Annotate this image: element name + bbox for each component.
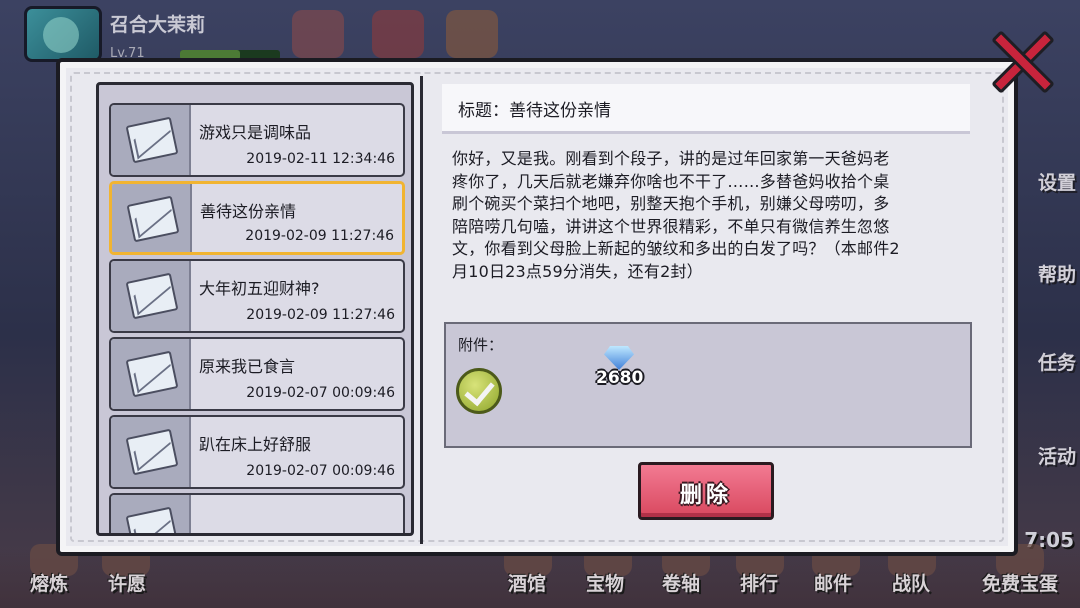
mail-item-title: 趴在床上好舒服 — [199, 435, 312, 454]
mail-icon-box — [112, 184, 192, 252]
mail-icon-box — [111, 417, 191, 487]
player-name: 召合大茉莉 — [110, 14, 206, 36]
nav-team[interactable]: 战队 — [892, 569, 930, 596]
side-menu-help[interactable]: 帮助 — [1038, 260, 1076, 287]
envelope-icon — [125, 350, 179, 398]
mail-item-title: 善待这份亲情 — [200, 202, 297, 221]
mail-item-partial[interactable] — [109, 493, 405, 533]
mail-body-line: 文，你看到父母脸上新起的皱纹和多出的白发了吗？（本邮件2 — [452, 239, 900, 259]
side-menu-events[interactable]: 活动 — [1038, 442, 1076, 469]
mail-item-title: 大年初五迎财神? — [199, 279, 320, 298]
mail-icon-box — [111, 105, 191, 175]
mail-item[interactable]: 游戏只是调味品 2019-02-11 12:34:46 — [109, 103, 405, 177]
mail-item-date: 2019-02-11 12:34:46 — [246, 151, 395, 167]
mail-item-date: 2019-02-09 11:27:46 — [246, 307, 395, 323]
close-icon[interactable] — [990, 30, 1055, 94]
side-menu: 设置 帮助 任务 活动 — [1020, 120, 1080, 540]
dialog-divider — [420, 76, 423, 544]
bottom-nav: 熔炼 许愿 酒馆 宝物 卷轴 排行 邮件 战队 免费宝蛋 — [0, 544, 1080, 608]
attachment-label: 附件： — [458, 336, 504, 354]
player-avatar[interactable] — [24, 6, 102, 62]
mail-item-date: 2019-02-09 11:27:46 — [245, 228, 394, 244]
red-envelope-icon[interactable] — [372, 10, 424, 58]
mail-item-title: 游戏只是调味品 — [199, 123, 312, 142]
diamond-count: 2680 — [596, 368, 644, 388]
mail-icon-box — [111, 495, 191, 533]
side-menu-settings[interactable]: 设置 — [1038, 168, 1076, 195]
nav-scroll[interactable]: 卷轴 — [662, 569, 700, 596]
mail-body-line: 月10日23点59分消失，还有2封） — [452, 261, 703, 281]
nav-ranking[interactable]: 排行 — [740, 569, 778, 596]
mail-dialog: 游戏只是调味品 2019-02-11 12:34:46 善待这份亲情 2019-… — [56, 58, 1018, 556]
delete-button[interactable]: 删除 — [638, 462, 774, 520]
mail-item-title: 原来我已食言 — [199, 357, 296, 376]
mail-item[interactable]: 原来我已食言 2019-02-07 00:09:46 — [109, 337, 405, 411]
claimed-check-icon — [456, 368, 502, 414]
nav-wish[interactable]: 许愿 — [108, 569, 146, 596]
mail-body: 你好，又是我。刚看到个段子，讲的是过年回家第一天爸妈老 疼你了，几天后就老嫌弃你… — [452, 148, 962, 284]
envelope-icon — [125, 116, 179, 164]
mail-item[interactable]: 趴在床上好舒服 2019-02-07 00:09:46 — [109, 415, 405, 489]
envelope-icon — [125, 272, 179, 320]
attachment-panel: 附件： 2680 — [444, 322, 972, 448]
mail-body-line: 疼你了，几天后就老嫌弃你啥也不干了……多替爸妈收拾个桌 — [452, 171, 890, 191]
envelope-icon — [125, 428, 179, 476]
mail-body-line: 陪陪唠几句嗑，讲讲这个世界很精彩，不单只有微信养生忽悠 — [452, 216, 890, 236]
mail-body-line: 刷个碗买个菜扫个地吧，别整天抱个手机，别嫌父母唠叨，多 — [452, 194, 890, 214]
event-icon[interactable] — [292, 10, 344, 58]
mail-icon-box — [111, 261, 191, 331]
nav-free-egg[interactable]: 免费宝蛋 — [982, 569, 1058, 596]
mail-item-date: 2019-02-07 00:09:46 — [246, 385, 395, 401]
side-menu-quests[interactable]: 任务 — [1038, 348, 1076, 375]
mail-item-date: 2019-02-07 00:09:46 — [246, 463, 395, 479]
mail-item[interactable]: 大年初五迎财神? 2019-02-09 11:27:46 — [109, 259, 405, 333]
nav-mail[interactable]: 邮件 — [814, 569, 852, 596]
nav-smelt[interactable]: 熔炼 — [30, 569, 68, 596]
mail-body-line: 你好，又是我。刚看到个段子，讲的是过年回家第一天爸妈老 — [452, 149, 890, 168]
mail-item-selected[interactable]: 善待这份亲情 2019-02-09 11:27:46 — [109, 181, 405, 255]
envelope-icon — [125, 506, 179, 533]
mail-subject: 标题：善待这份亲情 — [458, 101, 611, 121]
gift-icon[interactable] — [446, 10, 498, 58]
mail-list[interactable]: 游戏只是调味品 2019-02-11 12:34:46 善待这份亲情 2019-… — [96, 82, 414, 536]
mail-title-bar: 标题：善待这份亲情 — [442, 84, 970, 134]
diamond-icon — [604, 346, 634, 370]
top-hud: 召合大茉莉 Lv.71 — [0, 0, 1080, 62]
envelope-icon — [126, 195, 180, 243]
nav-treasure[interactable]: 宝物 — [586, 569, 624, 596]
nav-tavern[interactable]: 酒馆 — [508, 569, 546, 596]
delete-button-label: 删除 — [679, 483, 732, 508]
mail-icon-box — [111, 339, 191, 409]
